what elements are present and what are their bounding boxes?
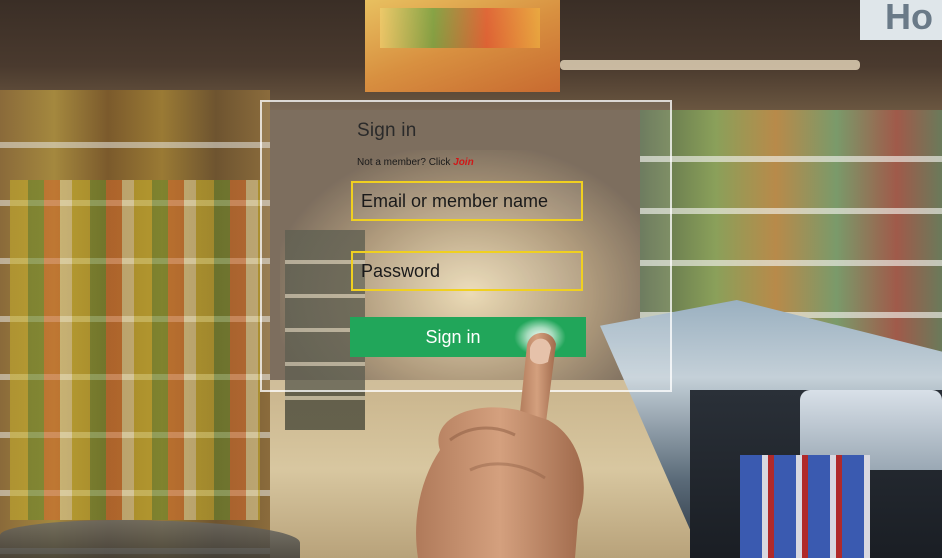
ceiling-lights	[560, 60, 860, 70]
password-field[interactable]: Password	[351, 251, 583, 291]
left-shelf-products	[10, 180, 260, 520]
store-sign-text: Ho	[885, 0, 933, 37]
email-field[interactable]: Email or member name	[351, 181, 583, 221]
hanging-sign-graphic	[380, 8, 540, 48]
freezer-products	[740, 455, 870, 558]
touch-highlight	[514, 318, 566, 356]
login-title: Sign in	[357, 120, 417, 141]
join-link[interactable]: Join	[453, 157, 474, 168]
member-prompt-text: Not a member? Click	[357, 157, 454, 168]
supermarket-scene: Ho Sign in Not a member? Click Join Emai…	[0, 0, 942, 558]
member-prompt: Not a member? Click Join	[357, 157, 474, 168]
